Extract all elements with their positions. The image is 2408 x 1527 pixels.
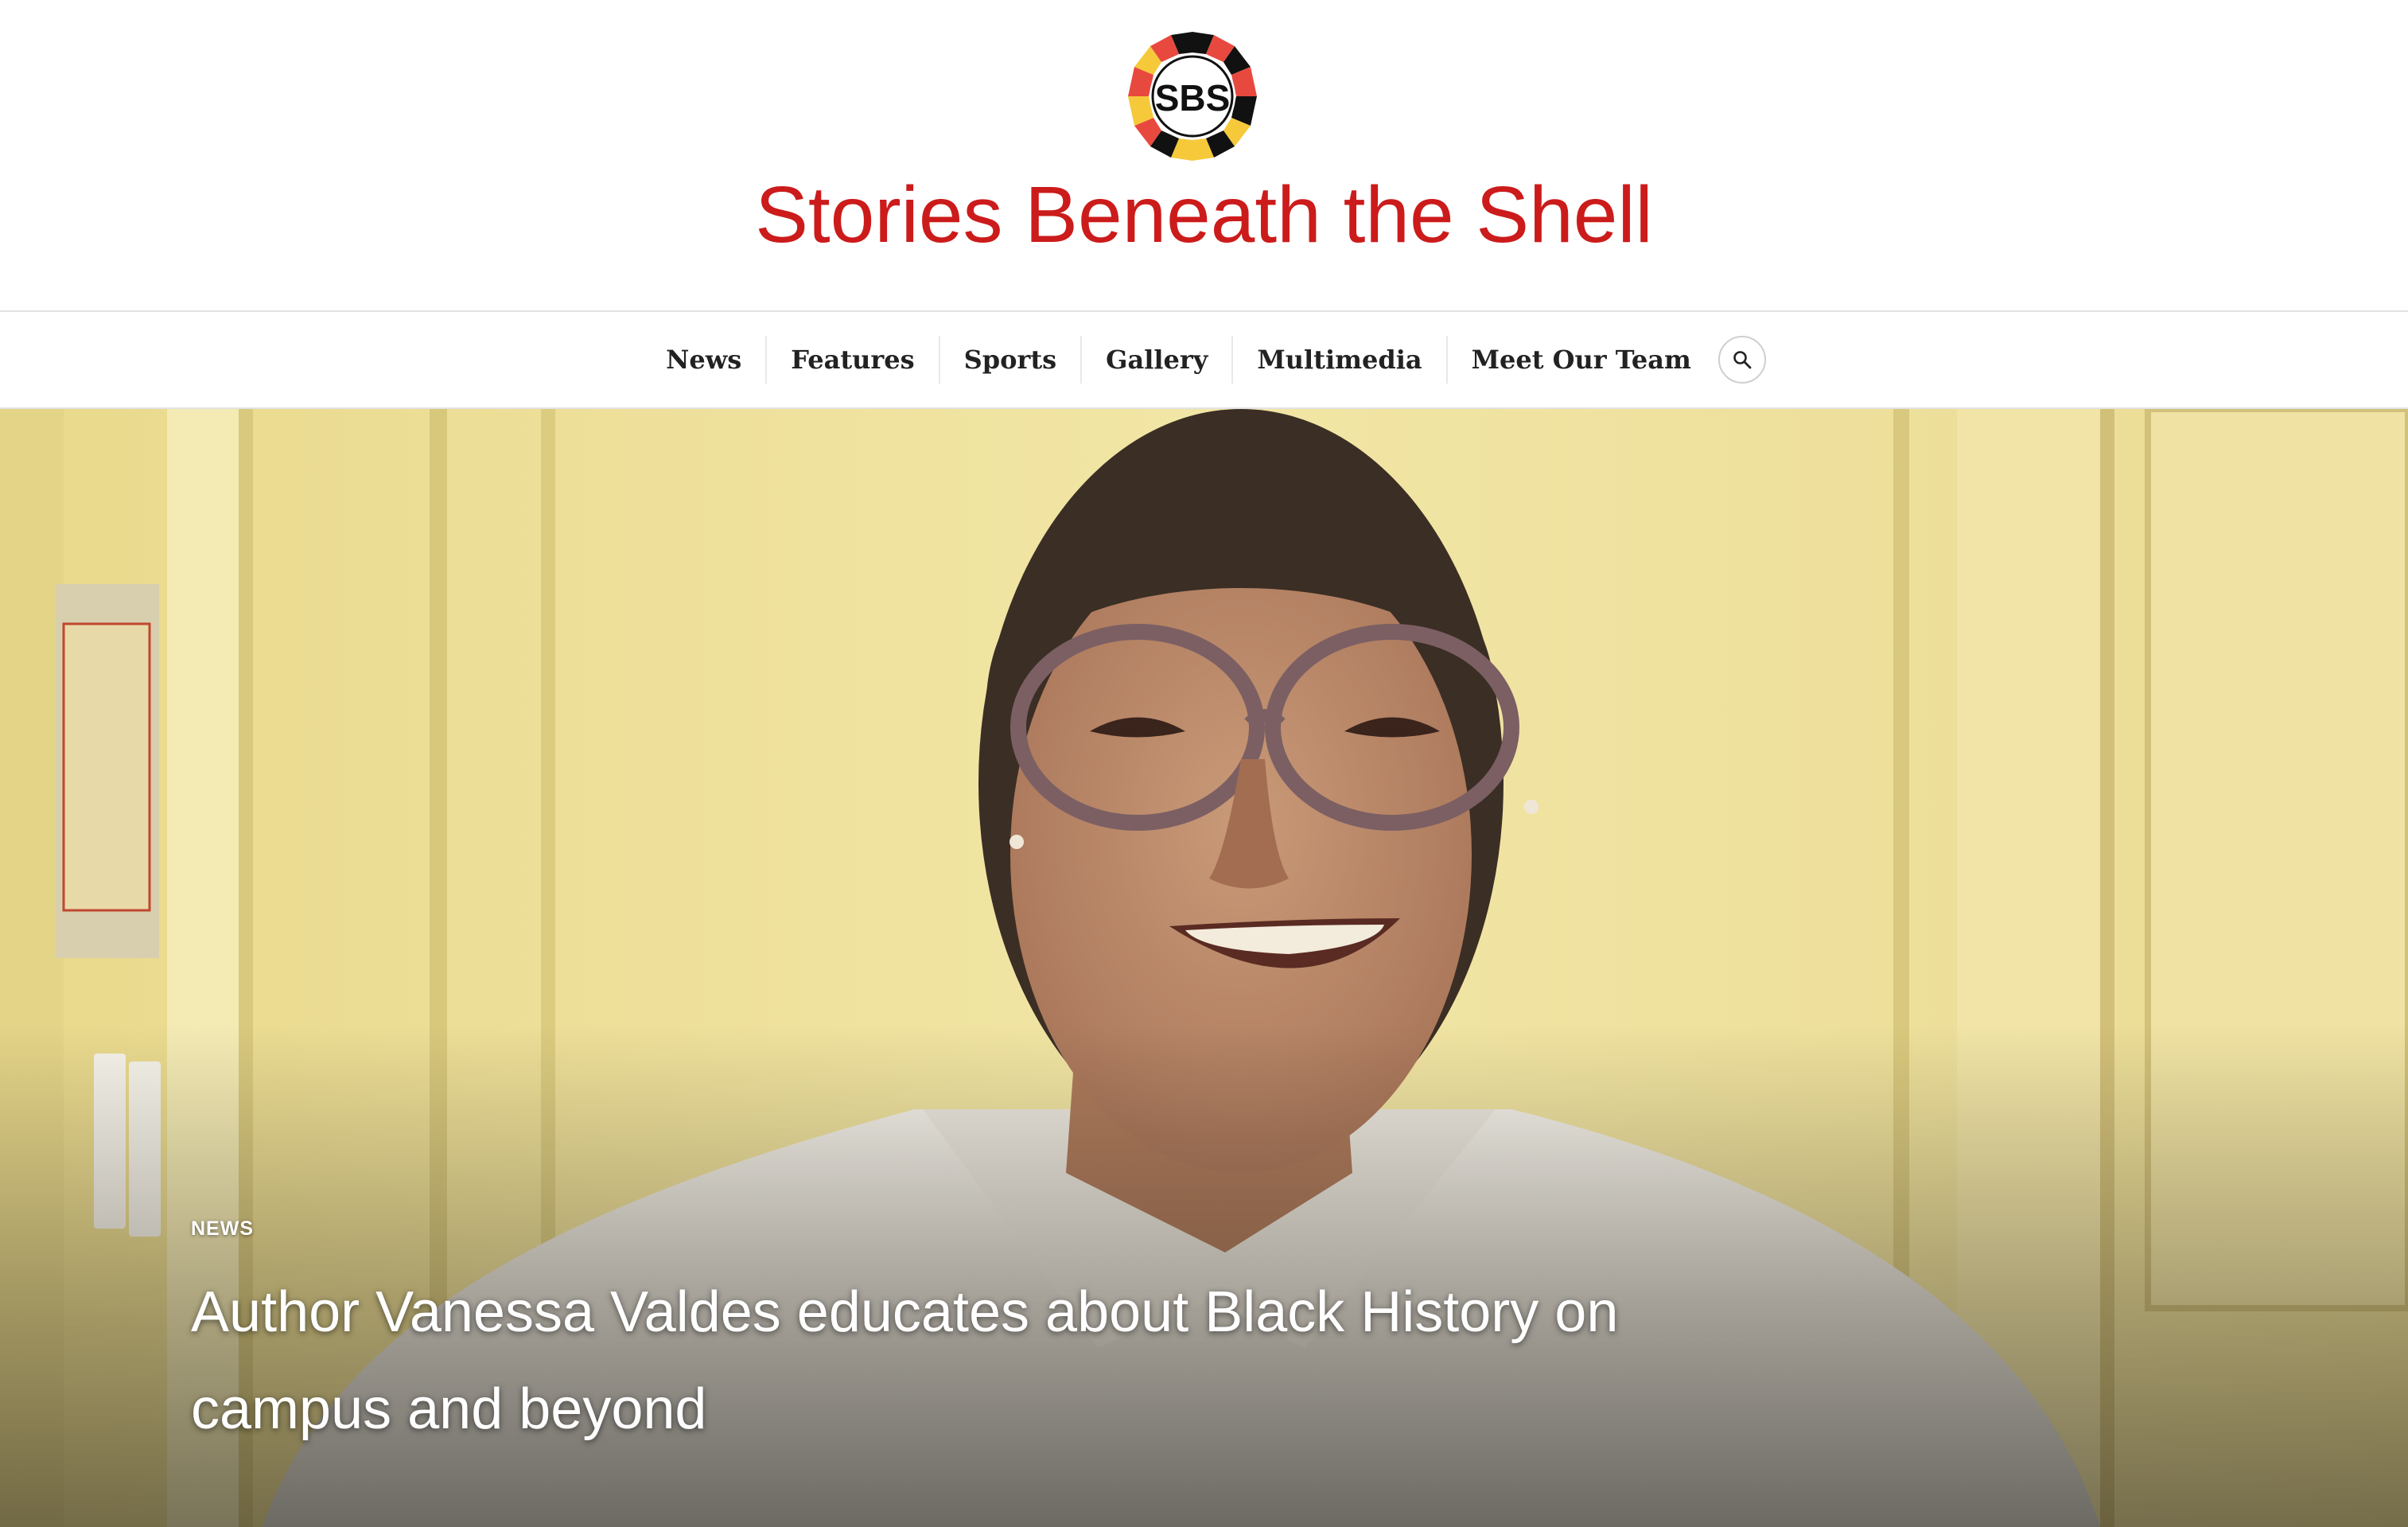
nav-item-meet-our-team[interactable]: Meet Our Team [1448,336,1715,384]
story-headline[interactable]: Author Vanessa Valdes educates about Bla… [191,1264,1702,1458]
nav-item-sports[interactable]: Sports [940,336,1083,384]
nav-item-gallery[interactable]: Gallery [1082,336,1234,384]
site-title[interactable]: Stories Beneath the Shell [0,163,2408,267]
featured-story[interactable]: NEWS Author Vanessa Valdes educates abou… [0,409,2408,1527]
search-button[interactable] [1717,336,1766,384]
nav-menu: News Features Sports Gallery Multimedia … [0,312,2408,407]
search-icon [1733,351,1752,369]
nav-item-multimedia[interactable]: Multimedia [1233,336,1448,384]
site-logo[interactable]: SBS [1126,30,1258,162]
site-header: SBS Stories Beneath the Shell [0,0,2408,310]
nav-item-news[interactable]: News [642,336,768,384]
logo-text: SBS [1155,77,1231,119]
nav-item-features[interactable]: Features [767,336,940,384]
main-nav: News Features Sports Gallery Multimedia … [0,310,2408,409]
story-category-link[interactable]: NEWS [191,1217,254,1241]
